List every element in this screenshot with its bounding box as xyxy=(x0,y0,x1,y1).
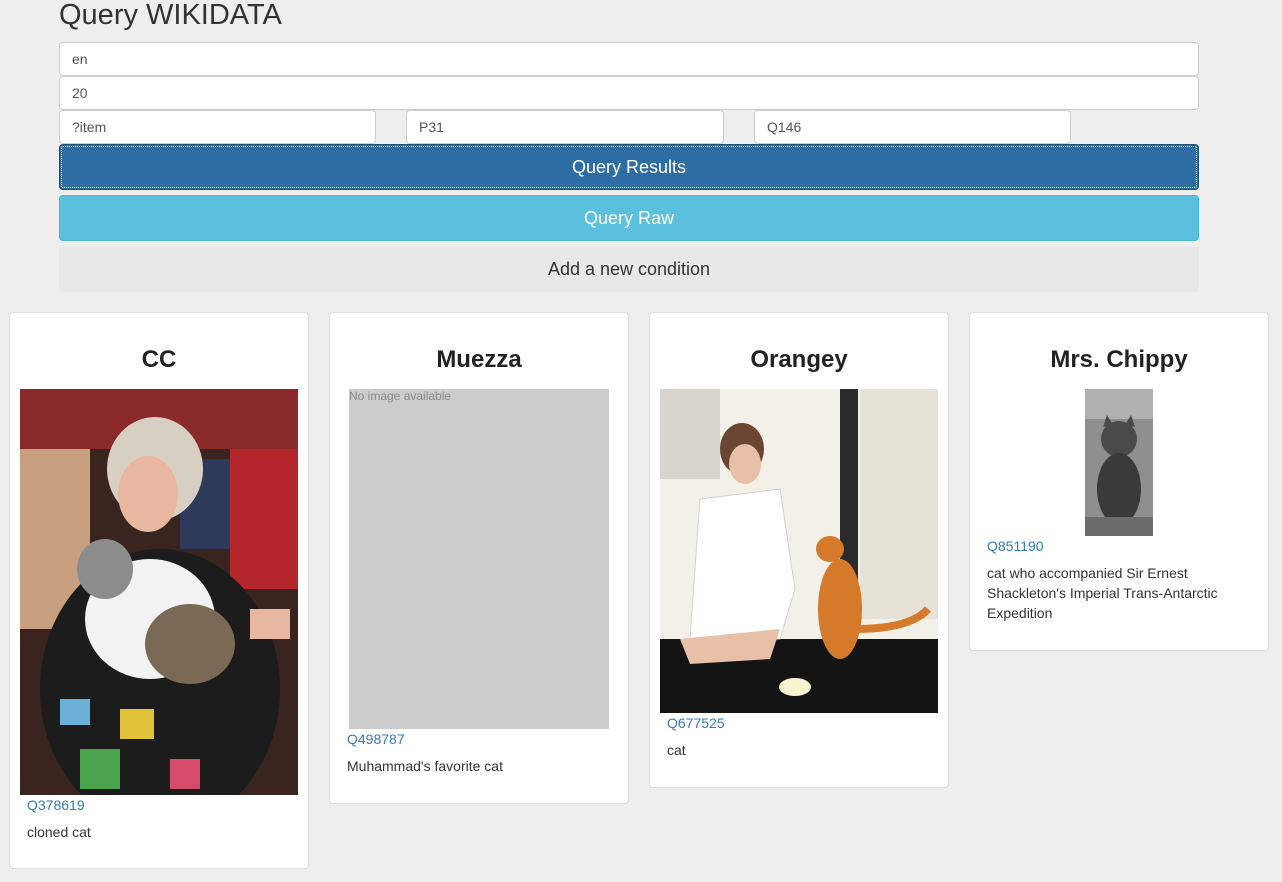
result-image[interactable] xyxy=(20,389,298,795)
result-title: CC xyxy=(141,346,177,373)
result-qid-link[interactable]: Q677525 xyxy=(667,715,725,731)
limit-input[interactable] xyxy=(59,76,1199,110)
result-image[interactable] xyxy=(660,389,938,713)
image-placeholder: No image available xyxy=(349,389,609,729)
add-condition-button[interactable]: Add a new condition xyxy=(59,246,1199,292)
result-description: cat who accompanied Sir Ernest Shackleto… xyxy=(987,565,1218,621)
result-card: Orangey Q677525 cat xyxy=(649,312,949,788)
result-card: Mrs. Chippy Q851190 cat who accompanied … xyxy=(969,312,1269,651)
result-description: cloned cat xyxy=(27,824,91,840)
subject-input[interactable] xyxy=(59,110,376,144)
result-title: Muezza xyxy=(436,346,522,373)
page-title: Query WIKIDATA xyxy=(59,0,282,31)
result-title: Orangey xyxy=(750,346,848,373)
result-title: Mrs. Chippy xyxy=(1050,346,1188,373)
result-card: CC Q378619 cloned cat xyxy=(9,312,309,869)
result-qid-link[interactable]: Q378619 xyxy=(27,797,85,813)
property-input[interactable] xyxy=(406,110,724,144)
result-qid-link[interactable]: Q498787 xyxy=(347,731,405,747)
result-qid-link[interactable]: Q851190 xyxy=(987,538,1044,554)
result-description: Muhammad's favorite cat xyxy=(347,758,503,774)
language-input[interactable] xyxy=(59,42,1199,76)
query-raw-button[interactable]: Query Raw xyxy=(59,195,1199,241)
query-results-button[interactable]: Query Results xyxy=(59,144,1199,190)
result-description: cat xyxy=(667,742,686,758)
result-image[interactable] xyxy=(1085,389,1153,536)
value-input[interactable] xyxy=(754,110,1071,144)
result-card: Muezza No image available Q498787 Muhamm… xyxy=(329,312,629,804)
